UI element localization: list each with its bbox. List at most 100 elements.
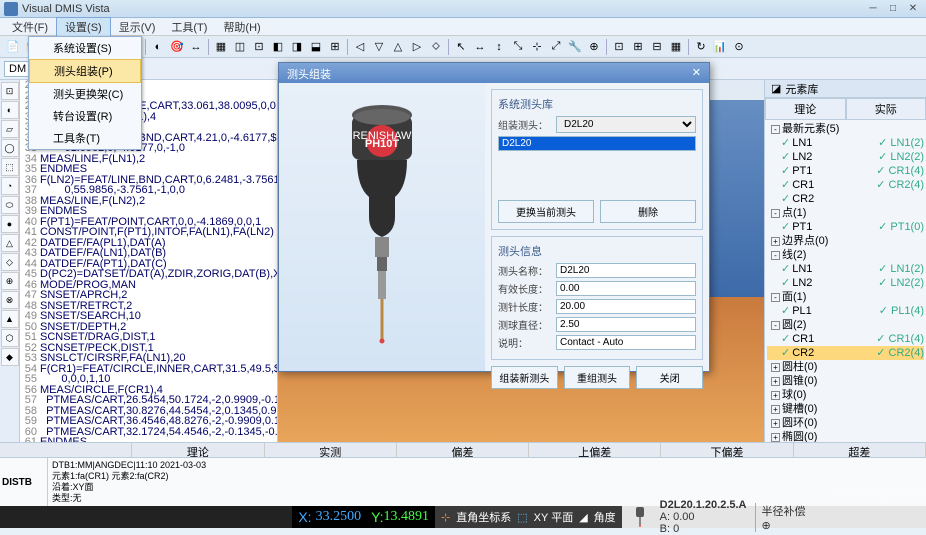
feature-tool[interactable]: ◔ <box>1 177 19 195</box>
tree-node[interactable]: -圆(2) <box>767 318 924 332</box>
toolbar-button[interactable]: ⊞ <box>629 38 647 56</box>
toolbar-button[interactable]: ⊡ <box>610 38 628 56</box>
dropdown-item[interactable]: 测头更换架(C) <box>29 83 141 105</box>
dropdown-item[interactable]: 工具条(T) <box>29 127 141 149</box>
toolbar-button[interactable]: 📄 <box>4 38 22 56</box>
tree-node[interactable]: +圆环(0) <box>767 416 924 430</box>
update-probe-button[interactable]: 更换当前测头 <box>498 200 594 223</box>
tree-node[interactable]: +椭圆(0) <box>767 430 924 442</box>
reassemble-button[interactable]: 重组测头 <box>564 366 631 389</box>
toolbar-button[interactable]: ⊞ <box>326 38 344 56</box>
tree-node[interactable]: +圆柱(0) <box>767 360 924 374</box>
dialog-titlebar[interactable]: 测头组装 ✕ <box>279 63 709 83</box>
dropdown-item[interactable]: 系统设置(S) <box>29 37 141 59</box>
toolbar-button[interactable]: ⬓ <box>307 38 325 56</box>
tab-actual[interactable]: 实际 <box>846 98 926 120</box>
dialog-close-icon[interactable]: ✕ <box>692 66 701 80</box>
tree-node[interactable]: ✓PL1✓ PL1(4) <box>767 304 924 318</box>
toolbar-button[interactable]: ⤡ <box>509 38 527 56</box>
toolbar-button[interactable]: ⬦ <box>427 38 445 56</box>
feature-tool[interactable]: ● <box>1 215 19 233</box>
toolbar-button[interactable]: ◧ <box>269 38 287 56</box>
new-probe-button[interactable]: 组装新测头 <box>491 366 558 389</box>
result-row: DISTB DTB1:MM|ANGDEC|11:10 2021-03-03元素1… <box>0 458 926 506</box>
toolbar-button[interactable]: 📊 <box>711 38 729 56</box>
effective-length-input[interactable] <box>556 281 696 296</box>
tree-node[interactable]: -最新元素(5) <box>767 122 924 136</box>
toolbar-button[interactable]: ◁ <box>351 38 369 56</box>
toolbar-button[interactable]: ⊡ <box>250 38 268 56</box>
close-button[interactable]: 关闭 <box>636 366 703 389</box>
toolbar-button[interactable]: ⊟ <box>648 38 666 56</box>
tree-node[interactable]: ✓CR1✓ CR2(4) <box>767 178 924 192</box>
toolbar-button[interactable]: ↔ <box>471 38 489 56</box>
feature-tool[interactable]: △ <box>1 234 19 252</box>
toolbar-button[interactable]: ↕ <box>490 38 508 56</box>
tree-node[interactable]: ✓CR2 <box>767 192 924 206</box>
menu-item[interactable]: 帮助(H) <box>215 18 268 36</box>
feature-tool[interactable]: ▱ <box>1 120 19 138</box>
feature-tool[interactable]: ⬚ <box>1 158 19 176</box>
tree-node[interactable]: -点(1) <box>767 206 924 220</box>
feature-tool[interactable]: ⬭ <box>1 196 19 214</box>
tree-node[interactable]: ✓PT1✓ CR1(4) <box>767 164 924 178</box>
dropdown-item[interactable]: 测头组装(P) <box>29 59 141 83</box>
tree-node[interactable]: ✓LN2✓ LN2(2) <box>767 276 924 290</box>
toolbar-button[interactable]: 🔧 <box>566 38 584 56</box>
close-button[interactable]: ✕ <box>904 2 922 16</box>
maximize-button[interactable]: □ <box>884 2 902 16</box>
toolbar-button[interactable]: ⊙ <box>730 38 748 56</box>
tree-node[interactable]: ✓CR1✓ CR1(4) <box>767 332 924 346</box>
toolbar-button[interactable]: ⊕ <box>585 38 603 56</box>
dropdown-item[interactable]: 转台设置(R) <box>29 105 141 127</box>
toolbar-button[interactable]: ▦ <box>667 38 685 56</box>
probe-select-expanded[interactable] <box>498 136 696 151</box>
toolbar-button[interactable]: ↖ <box>452 38 470 56</box>
menu-item[interactable]: 文件(F) <box>4 18 56 36</box>
ball-diameter-input[interactable] <box>556 317 696 332</box>
tree-node[interactable]: -线(2) <box>767 248 924 262</box>
element-tree[interactable]: -最新元素(5)✓LN1✓ LN1(2)✓LN2✓ LN2(2)✓PT1✓ CR… <box>765 120 926 442</box>
menu-item[interactable]: 工具(T) <box>163 18 215 36</box>
tree-node[interactable]: +圆锥(0) <box>767 374 924 388</box>
toolbar-button[interactable]: ▷ <box>408 38 426 56</box>
feature-tool[interactable]: ◆ <box>1 348 19 366</box>
tree-node[interactable]: ✓PT1✓ PT1(0) <box>767 220 924 234</box>
minimize-button[interactable]: ─ <box>864 2 882 16</box>
tree-node[interactable]: +边界点(0) <box>767 234 924 248</box>
toolbar-button[interactable]: ◨ <box>288 38 306 56</box>
toolbar-button[interactable]: ◐ <box>149 38 167 56</box>
toolbar-button[interactable]: ⤢ <box>547 38 565 56</box>
tab-theory[interactable]: 理论 <box>765 98 846 120</box>
feature-tool[interactable]: ⊕ <box>1 272 19 290</box>
tree-node[interactable]: ✓LN2✓ LN2(2) <box>767 150 924 164</box>
toolbar-button[interactable]: ◫ <box>231 38 249 56</box>
tree-node[interactable]: -面(1) <box>767 290 924 304</box>
toolbar-button[interactable]: ↔ <box>187 38 205 56</box>
feature-tool[interactable]: ◯ <box>1 139 19 157</box>
probe-name-input[interactable] <box>556 263 696 278</box>
toolbar-button[interactable]: ▦ <box>212 38 230 56</box>
menu-item[interactable]: 显示(V) <box>111 18 164 36</box>
toolbar-button[interactable]: ⊹ <box>528 38 546 56</box>
toolbar-button[interactable]: 🎯 <box>168 38 186 56</box>
feature-tool[interactable]: ▲ <box>1 310 19 328</box>
feature-tool[interactable]: ⊗ <box>1 291 19 309</box>
description-input[interactable] <box>556 335 696 350</box>
tree-node[interactable]: +键槽(0) <box>767 402 924 416</box>
feature-tool[interactable]: ◇ <box>1 253 19 271</box>
toolbar-button[interactable]: ↻ <box>692 38 710 56</box>
tree-node[interactable]: ✓CR2✓ CR2(4) <box>767 346 924 360</box>
tree-node[interactable]: ✓LN1✓ LN1(2) <box>767 136 924 150</box>
delete-probe-button[interactable]: 删除 <box>600 200 696 223</box>
probe-select[interactable]: D2L20 <box>556 116 696 133</box>
feature-tool[interactable]: ⊡ <box>1 82 19 100</box>
feature-tool[interactable]: ◐ <box>1 101 19 119</box>
menu-item[interactable]: 设置(S) <box>56 17 111 37</box>
toolbar-button[interactable]: ▽ <box>370 38 388 56</box>
feature-tool[interactable]: ⬡ <box>1 329 19 347</box>
tree-node[interactable]: ✓LN1✓ LN1(2) <box>767 262 924 276</box>
toolbar-button[interactable]: △ <box>389 38 407 56</box>
tree-node[interactable]: +球(0) <box>767 388 924 402</box>
stylus-length-input[interactable] <box>556 299 696 314</box>
